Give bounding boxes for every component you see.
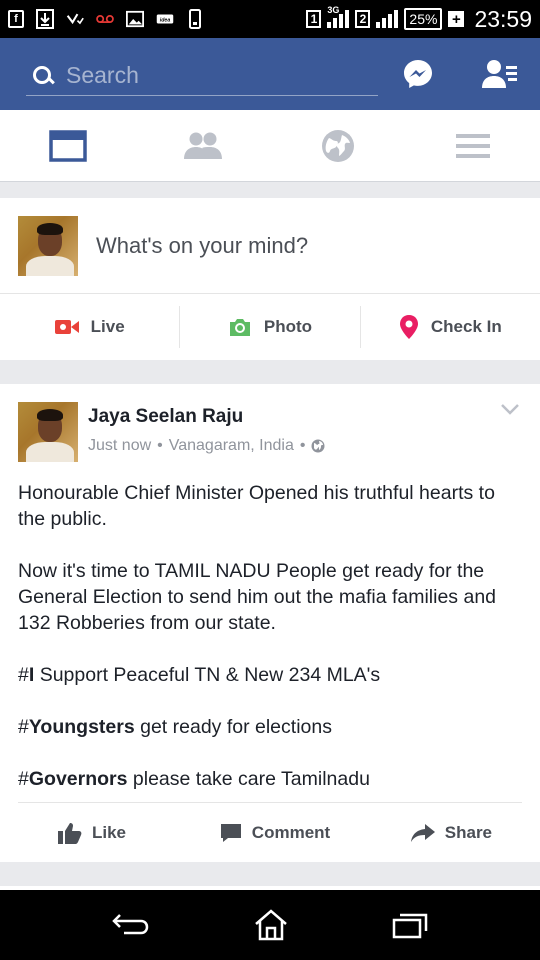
author-avatar[interactable] [18, 402, 78, 462]
download-icon [36, 9, 54, 29]
hashtag-paragraph: #I Support Peaceful TN & New 234 MLA's [18, 664, 381, 686]
hashtag-paragraph: #Youngsters get ready for elections [18, 716, 332, 738]
check-icon [66, 10, 84, 28]
photo-button[interactable]: Photo [179, 305, 359, 348]
avatar[interactable] [18, 215, 78, 276]
hashtag-paragraph: #Governors please take care Tamilnadu [18, 768, 370, 790]
share-button[interactable]: Share [347, 823, 522, 843]
live-label: Live [90, 316, 125, 336]
check-in-label: Check In [430, 316, 502, 336]
image-icon [126, 10, 144, 28]
share-label: Share [444, 822, 493, 842]
comment-label: Comment [251, 822, 331, 842]
search-icon [32, 65, 54, 87]
recents-icon[interactable] [392, 911, 428, 939]
comment-button[interactable]: Comment [203, 823, 348, 843]
friend-requests-icon[interactable] [482, 58, 518, 90]
signal-icon [376, 10, 399, 28]
android-nav-bar [0, 890, 540, 960]
friends-icon [183, 132, 222, 159]
post-location[interactable]: Vanagaram, India [169, 437, 294, 455]
check-in-button[interactable]: Check In [359, 305, 540, 348]
chevron-down-icon[interactable] [500, 402, 520, 416]
search-input[interactable]: Search [66, 62, 139, 89]
home-icon[interactable] [253, 909, 289, 941]
post-card: Jaya Seelan Raju Just now • Vanagaram, I… [0, 384, 540, 862]
facebook-icon: f [8, 10, 24, 28]
search-bar[interactable]: Search [26, 56, 378, 96]
network-type: 3G [327, 5, 340, 15]
tab-notifications[interactable] [270, 110, 405, 181]
thumbs-up-icon [58, 822, 82, 844]
camera-icon [229, 318, 250, 336]
separator-dot: • [157, 437, 163, 454]
separator-dot: • [299, 437, 306, 454]
news-feed-icon [48, 129, 87, 162]
app-header: Search [0, 38, 540, 110]
post-paragraph: Now it's time to TAMIL NADU People get r… [18, 560, 497, 634]
like-button[interactable]: Like [18, 822, 203, 844]
sim2-indicator: 2 [355, 10, 371, 28]
battery-indicator: 25% [404, 8, 443, 30]
post-paragraph: Honourable Chief Minister Opened his tru… [18, 482, 495, 530]
tab-menu[interactable] [405, 110, 540, 181]
globe-icon [321, 129, 354, 162]
like-label: Like [92, 822, 127, 842]
phone-icon [186, 9, 204, 29]
sim1-indicator: 1 [306, 10, 322, 28]
hamburger-icon [455, 133, 490, 158]
photo-label: Photo [263, 316, 313, 336]
post-time[interactable]: Just now [88, 437, 151, 455]
share-arrow-icon [410, 823, 435, 842]
status-bar: f idea 1 3G 2 25% + 23:59 [0, 0, 540, 38]
tab-news-feed[interactable] [0, 110, 135, 181]
author-name[interactable]: Jaya Seelan Raju [88, 406, 325, 428]
post-actions: Like Comment Share [18, 802, 522, 862]
video-camera-icon [54, 319, 79, 334]
live-button[interactable]: Live [0, 306, 179, 348]
privacy-globe-icon [311, 439, 325, 453]
tab-bar [0, 110, 540, 182]
signal-icon: 3G [327, 5, 350, 28]
composer-card: What's on your mind? Live Photo Check In [0, 198, 540, 360]
status-prompt[interactable]: What's on your mind? [96, 233, 308, 259]
location-pin-icon [399, 314, 418, 339]
clock: 23:59 [474, 5, 532, 32]
tab-friends[interactable] [135, 110, 270, 181]
svg-text:idea: idea [160, 17, 171, 23]
messenger-icon[interactable] [402, 58, 434, 90]
comment-icon [220, 823, 241, 842]
voicemail-icon [96, 10, 114, 28]
hashtag[interactable]: Governors [29, 768, 128, 790]
post-text: Honourable Chief Minister Opened his tru… [0, 462, 540, 792]
back-icon[interactable] [111, 912, 150, 938]
idea-app-icon: idea [156, 10, 174, 28]
charging-icon: + [448, 11, 465, 28]
hashtag[interactable]: Youngsters [29, 716, 135, 738]
